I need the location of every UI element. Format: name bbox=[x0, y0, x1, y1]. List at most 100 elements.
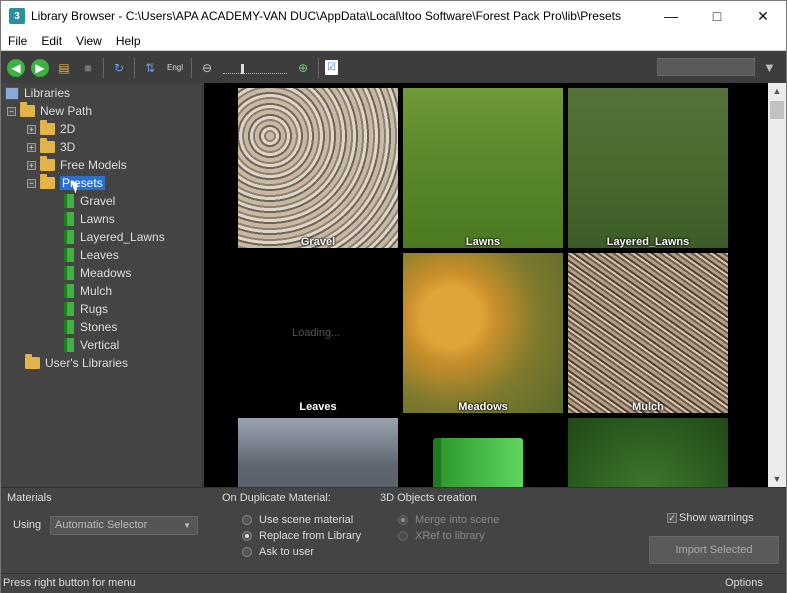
tree-preset-item[interactable]: Leaves bbox=[64, 246, 119, 264]
tree-item-label: Stones bbox=[80, 320, 118, 334]
scroll-thumb[interactable] bbox=[770, 101, 784, 119]
radio-xref-to-library[interactable] bbox=[398, 531, 408, 541]
tree-item-label: Lawns bbox=[80, 212, 115, 226]
tile-lawns[interactable]: Lawns bbox=[403, 88, 563, 248]
tree-preset-item[interactable]: Rugs bbox=[64, 300, 108, 318]
show-warnings-checkbox[interactable]: ✓ bbox=[667, 513, 677, 523]
tree-item-label: Rugs bbox=[80, 302, 109, 316]
tile-stones[interactable] bbox=[403, 418, 563, 487]
filter-icon[interactable]: ▼ bbox=[763, 60, 776, 75]
tree-root[interactable]: Libraries bbox=[5, 84, 70, 102]
using-select-value: Automatic Selector bbox=[55, 519, 148, 531]
scroll-up-icon[interactable]: ▲ bbox=[768, 83, 786, 99]
radio-replace-from-library[interactable] bbox=[242, 531, 252, 541]
minimize-button[interactable]: — bbox=[648, 1, 694, 31]
objects-title: 3D Objects creation bbox=[380, 492, 477, 504]
book-icon bbox=[64, 320, 74, 334]
tree-preset-item[interactable]: Layered_Lawns bbox=[64, 228, 165, 246]
tree-preset-item[interactable]: Lawns bbox=[64, 210, 115, 228]
tree-root-label: Libraries bbox=[24, 86, 71, 100]
maximize-button[interactable]: □ bbox=[694, 1, 740, 31]
checklist-icon[interactable]: ☑ bbox=[325, 60, 338, 75]
thumbnail-size-slider[interactable] bbox=[223, 62, 287, 74]
book-icon bbox=[433, 438, 523, 487]
duplicate-title: On Duplicate Material: bbox=[222, 492, 331, 504]
scroll-down-icon[interactable]: ▼ bbox=[768, 471, 786, 487]
tile-meadows[interactable]: Meadows bbox=[403, 253, 563, 413]
tile-rugs[interactable] bbox=[238, 418, 398, 487]
status-text: Press right button for menu bbox=[3, 577, 136, 589]
show-warnings-label: Show warnings bbox=[679, 512, 754, 524]
tile-label: Mulch bbox=[632, 401, 664, 413]
status-bar: Press right button for menu Options bbox=[1, 573, 786, 593]
tree-item-label: Vertical bbox=[80, 338, 120, 352]
collapse-icon[interactable]: − bbox=[27, 178, 36, 188]
collapse-icon[interactable]: − bbox=[7, 106, 16, 116]
tree-folder-2d[interactable]: + 2D bbox=[27, 120, 75, 138]
tile-mulch[interactable]: Mulch bbox=[568, 253, 728, 413]
book-icon bbox=[64, 284, 74, 298]
vertical-scrollbar[interactable]: ▲ ▼ bbox=[768, 83, 786, 487]
back-icon[interactable]: ◀ bbox=[7, 58, 25, 77]
book-icon bbox=[64, 302, 74, 316]
materials-title: Materials bbox=[7, 492, 52, 504]
menu-edit[interactable]: Edit bbox=[34, 34, 69, 48]
tree-user-libraries[interactable]: User's Libraries bbox=[25, 354, 128, 372]
radio-merge-into-scene[interactable] bbox=[398, 515, 408, 525]
slider-handle[interactable] bbox=[241, 63, 244, 74]
using-select[interactable]: Automatic Selector ▼ bbox=[50, 516, 198, 535]
sort-icon[interactable]: ⇅ bbox=[141, 59, 159, 77]
libraries-icon bbox=[5, 86, 19, 100]
tree-folder-presets[interactable]: − Presets bbox=[27, 174, 105, 192]
radio-ask-to-user[interactable] bbox=[242, 547, 252, 557]
toolbar-separator bbox=[318, 57, 319, 78]
tile-vertical[interactable] bbox=[568, 418, 728, 487]
menu-view[interactable]: View bbox=[69, 34, 109, 48]
options-link[interactable]: Options bbox=[725, 577, 763, 589]
expand-icon[interactable]: + bbox=[27, 124, 36, 134]
tree-folder-free-models[interactable]: + Free Models bbox=[27, 156, 127, 174]
tree-folder-3d[interactable]: + 3D bbox=[27, 138, 75, 156]
zoom-in-icon[interactable]: ⊕ bbox=[294, 59, 312, 77]
expand-icon[interactable]: + bbox=[27, 160, 36, 170]
tree-new-path[interactable]: − New Path bbox=[7, 102, 92, 120]
toolbar-separator bbox=[103, 57, 104, 78]
radio-use-scene-material[interactable] bbox=[242, 515, 252, 525]
toolbar: ◀ ▶ ▤ ■ ↻ ⇅ Engl ⊖ ⊕ ☑ ▼ bbox=[1, 52, 786, 83]
tree-preset-item[interactable]: Stones bbox=[64, 318, 117, 336]
forward-icon[interactable]: ▶ bbox=[31, 58, 49, 77]
tree-item-label-selected: Presets bbox=[60, 176, 105, 190]
menu-help[interactable]: Help bbox=[109, 34, 148, 48]
book-icon bbox=[64, 194, 74, 208]
window-title: Library Browser - C:\Users\APA ACADEMY-V… bbox=[31, 9, 621, 23]
tree-item-label: Gravel bbox=[80, 194, 116, 208]
book-icon bbox=[64, 248, 74, 262]
tree-item-label: Free Models bbox=[60, 158, 127, 172]
toolbar-separator bbox=[191, 57, 192, 78]
tile-label: Gravel bbox=[300, 236, 336, 248]
close-button[interactable]: ✕ bbox=[740, 1, 786, 31]
import-selected-button[interactable]: Import Selected bbox=[649, 536, 779, 564]
tile-label: Layered_Lawns bbox=[606, 236, 690, 248]
zoom-out-icon[interactable]: ⊖ bbox=[198, 59, 216, 77]
options-panel: Materials Using Automatic Selector ▼ On … bbox=[1, 487, 786, 573]
refresh-icon[interactable]: ↻ bbox=[110, 59, 128, 77]
radio-label: Merge into scene bbox=[415, 514, 500, 526]
language-icon[interactable]: Engl bbox=[165, 59, 185, 77]
tree-preset-item[interactable]: Mulch bbox=[64, 282, 112, 300]
menu-file[interactable]: File bbox=[1, 34, 34, 48]
tree-preset-item[interactable]: Vertical bbox=[64, 336, 119, 354]
expand-icon[interactable]: + bbox=[27, 142, 36, 152]
tree-preset-item[interactable]: Meadows bbox=[64, 264, 131, 282]
save-icon[interactable]: ■ bbox=[79, 59, 97, 77]
tree-preset-item[interactable]: Gravel bbox=[64, 192, 115, 210]
tile-gravel[interactable]: Gravel bbox=[238, 88, 398, 248]
search-input[interactable] bbox=[657, 58, 755, 76]
tile-leaves[interactable]: Loading... Leaves bbox=[238, 253, 398, 413]
tree-item-label: User's Libraries bbox=[45, 356, 128, 370]
folder-icon bbox=[40, 138, 55, 153]
open-folder-icon[interactable]: ▤ bbox=[55, 59, 73, 77]
radio-label: Use scene material bbox=[259, 514, 354, 526]
tile-layered-lawns[interactable]: Layered_Lawns bbox=[568, 88, 728, 248]
library-tree: Libraries − New Path + 2D + 3D + Free Mo… bbox=[1, 83, 203, 487]
